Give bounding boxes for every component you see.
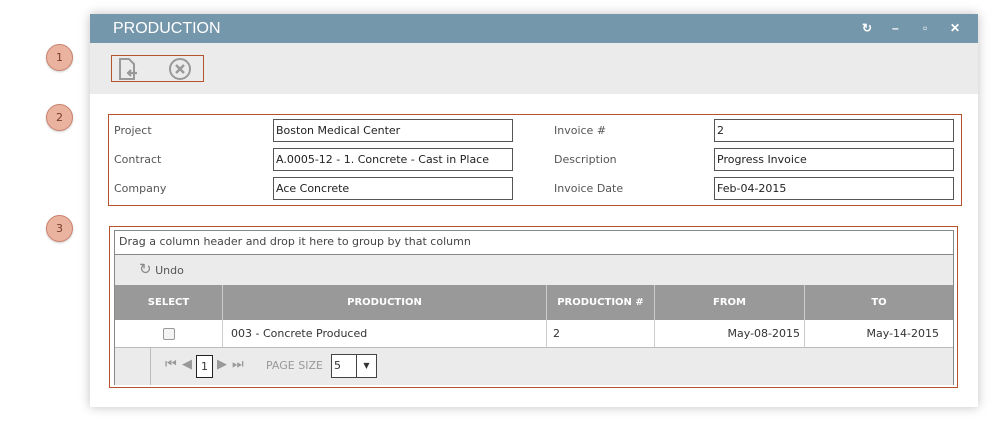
close-icon[interactable]: ✕ [950, 14, 960, 43]
page-size-value: 5 [334, 359, 341, 372]
row-checkbox[interactable] [162, 327, 175, 340]
refresh-icon[interactable]: ↻ [862, 14, 872, 43]
toolbar [90, 43, 978, 94]
minimize-icon[interactable]: – [892, 14, 899, 43]
production-grid: Drag a column header and drop it here to… [114, 230, 954, 385]
company-label: Company [114, 182, 167, 195]
col-select[interactable]: SELECT [115, 285, 223, 320]
description-field[interactable]: Progress Invoice [714, 148, 954, 171]
production-window: PRODUCTION ↻ – ▫ ✕ Project Boston Medica… [90, 14, 978, 407]
step-badge-1: 1 [46, 44, 73, 71]
invoice-label: Invoice # [554, 124, 607, 137]
step-badge-2: 2 [46, 104, 73, 131]
from-cell: May-08-2015 [655, 320, 805, 347]
pager: ⏮ ◀ 1 ▶ ⏭ PAGE SIZE 5 ▼ [115, 348, 953, 385]
invoice-date-field[interactable]: Feb-04-2015 [714, 177, 954, 200]
project-field[interactable]: Boston Medical Center [273, 119, 513, 142]
production-cell: 003 - Concrete Produced [223, 320, 547, 347]
window-title: PRODUCTION [113, 20, 221, 37]
title-bar: PRODUCTION ↻ – ▫ ✕ [90, 14, 978, 43]
grid-header: SELECT PRODUCTION PRODUCTION # FROM TO [115, 285, 953, 320]
cancel-icon[interactable] [168, 57, 192, 81]
page-number[interactable]: 1 [196, 355, 213, 378]
contract-field[interactable]: A.0005-12 - 1. Concrete - Cast in Place [273, 148, 513, 171]
project-label: Project [114, 124, 152, 137]
last-page-icon[interactable]: ⏭ [232, 357, 244, 372]
group-by-area[interactable]: Drag a column header and drop it here to… [115, 231, 953, 255]
undo-icon: ↻ [139, 260, 152, 278]
production-grid-section: Drag a column header and drop it here to… [109, 226, 958, 388]
col-from[interactable]: FROM [655, 285, 805, 320]
next-page-icon[interactable]: ▶ [217, 357, 227, 372]
to-cell: May-14-2015 [866, 327, 939, 340]
col-to[interactable]: TO [805, 285, 953, 320]
first-page-icon[interactable]: ⏮ [165, 357, 177, 372]
table-row: 003 - Concrete Produced 2 May-08-2015 Ma… [115, 320, 953, 348]
page-size-label: PAGE SIZE [266, 359, 323, 372]
description-label: Description [554, 153, 617, 166]
maximize-icon[interactable]: ▫ [923, 14, 927, 43]
company-field[interactable]: Ace Concrete [273, 177, 513, 200]
toolbar-actions [111, 55, 204, 82]
col-production-number[interactable]: PRODUCTION # [547, 285, 655, 320]
invoice-details-form: Project Boston Medical Center Contract A… [108, 114, 962, 206]
prev-page-icon[interactable]: ◀ [182, 357, 192, 372]
undo-label: Undo [155, 264, 184, 277]
contract-label: Contract [114, 153, 162, 166]
step-badge-3: 3 [46, 215, 73, 242]
undo-button[interactable]: ↻ Undo [115, 255, 953, 285]
invoice-field[interactable]: 2 [714, 119, 954, 142]
col-production[interactable]: PRODUCTION [223, 285, 547, 320]
import-file-icon[interactable] [117, 58, 139, 80]
production-number-cell: 2 [547, 320, 655, 347]
select-cell [115, 320, 223, 347]
chevron-down-icon: ▼ [356, 355, 376, 377]
page-size-select[interactable]: 5 ▼ [331, 354, 377, 378]
invoice-date-label: Invoice Date [554, 182, 624, 195]
